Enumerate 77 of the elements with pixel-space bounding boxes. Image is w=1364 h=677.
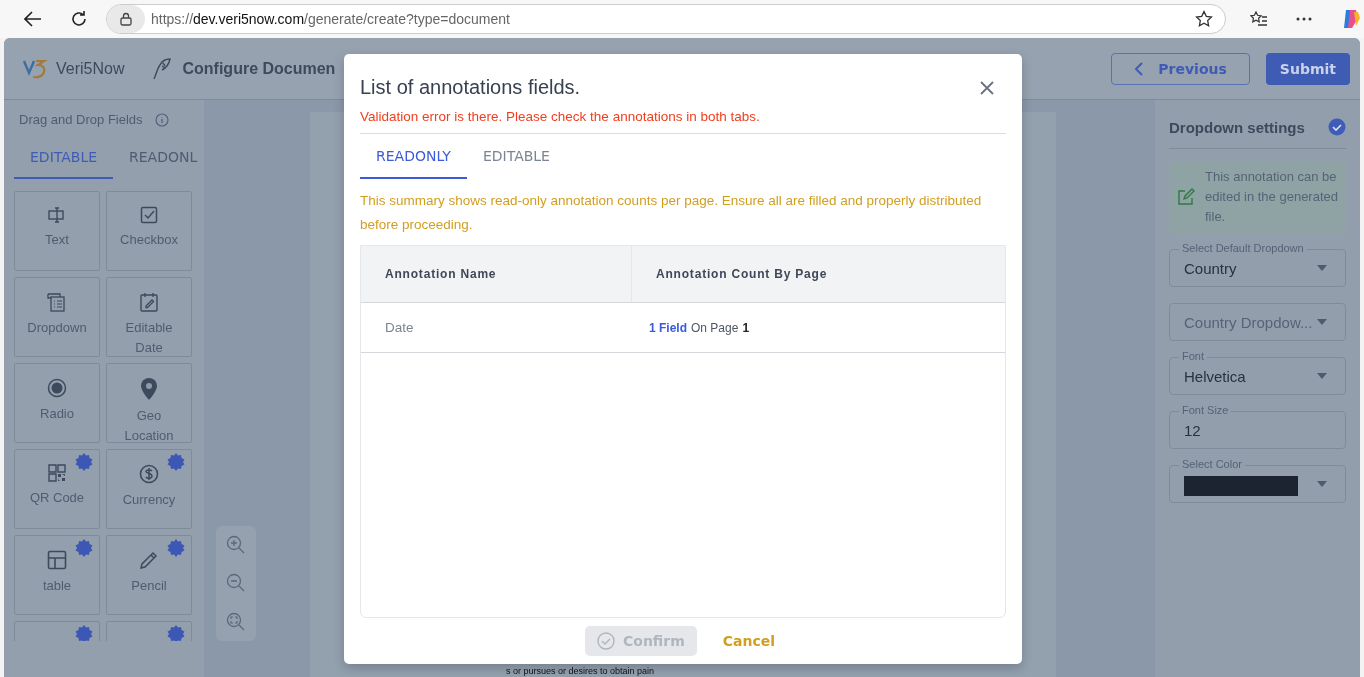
tile-label: Radio bbox=[40, 405, 74, 423]
note-text: This annotation can be edited in the generated file. bbox=[1205, 168, 1338, 226]
tile-label: Text bbox=[45, 231, 69, 249]
tile-label: Currency bbox=[122, 491, 176, 509]
checkbox-icon bbox=[140, 206, 158, 224]
field-label: Font Size bbox=[1179, 404, 1232, 417]
check-circle-icon bbox=[597, 632, 615, 650]
address-bar[interactable]: https://dev.veri5now.com/generate/create?type=document bbox=[106, 4, 1226, 34]
field-tile[interactable]: Editable Date bbox=[106, 277, 192, 357]
summary-note: This summary shows read-only annotation counts per page. Ensure all are filled and properly distributed before proceeding. bbox=[360, 192, 983, 234]
sidebar-tab[interactable]: EDITABLE bbox=[14, 139, 114, 179]
tile-label: table bbox=[42, 577, 72, 595]
field-tile[interactable]: table bbox=[14, 535, 100, 615]
settings-title: Dropdown settings bbox=[1169, 118, 1305, 136]
field-placeholder: Country Dropdow... bbox=[1184, 313, 1313, 331]
check-circle-icon bbox=[1328, 118, 1346, 136]
modal-tab[interactable]: READONLY bbox=[360, 134, 467, 179]
field-tile[interactable]: QR Code bbox=[14, 449, 100, 529]
caret-icon bbox=[1317, 265, 1327, 271]
caret-icon bbox=[1317, 319, 1327, 325]
sidebar-tab[interactable]: READONL bbox=[113, 139, 204, 179]
field-tile[interactable]: Radio bbox=[14, 363, 100, 443]
table-cell-text: Date bbox=[384, 319, 415, 337]
field-value: Helvetica bbox=[1184, 367, 1246, 385]
map-pin-icon bbox=[141, 378, 157, 400]
page-title: Configure Documen bbox=[182, 59, 336, 78]
sidebar-title: Drag and Drop Fields bbox=[19, 112, 143, 127]
tile-label: Geo Location bbox=[123, 407, 175, 445]
field-value: Country bbox=[1184, 259, 1237, 277]
close-icon[interactable] bbox=[980, 80, 994, 95]
table-cell-text: 1 Field On Page 1 bbox=[648, 319, 751, 337]
lock-icon[interactable] bbox=[120, 12, 132, 26]
logo-text: Veri5Now bbox=[56, 59, 125, 78]
modal-tab[interactable]: EDITABLE bbox=[466, 134, 566, 179]
tile-label: Checkbox bbox=[120, 231, 178, 249]
tile-label: Dropdown bbox=[27, 319, 87, 337]
field-tile[interactable]: Pencil bbox=[106, 535, 192, 615]
document-text: s or pursues or desires to obtain pain bbox=[506, 666, 655, 676]
chevron-left-icon bbox=[1134, 61, 1145, 76]
field-label: Select Color bbox=[1179, 458, 1245, 471]
caret-icon bbox=[1317, 373, 1327, 379]
field-tile[interactable]: Dropdown bbox=[14, 277, 100, 357]
edit-icon bbox=[1177, 188, 1195, 206]
error-message: Validation error is there. Please check the annotations in both tabs. bbox=[360, 109, 1006, 134]
dropdown-select[interactable]: Country Dropdow... bbox=[1169, 303, 1346, 341]
tile-label: Editable Date bbox=[124, 319, 174, 357]
caret-icon bbox=[1317, 481, 1327, 487]
field-tile[interactable]: Checkbox bbox=[106, 191, 192, 271]
field-tile[interactable]: Text bbox=[14, 191, 100, 271]
cancel-button[interactable]: Cancel bbox=[716, 626, 781, 656]
qr-code-icon bbox=[48, 464, 66, 482]
field-label: Select Default Dropdown bbox=[1179, 242, 1307, 255]
star-icon[interactable] bbox=[1195, 10, 1213, 28]
calendar-edit-icon bbox=[140, 292, 158, 312]
field-value: 12 bbox=[1184, 421, 1201, 439]
favorites-icon[interactable] bbox=[1250, 11, 1268, 27]
field-label: Font bbox=[1179, 350, 1207, 363]
radio-icon bbox=[47, 378, 67, 398]
field-tile[interactable]: Geo Location bbox=[106, 363, 192, 443]
tile-label: QR Code bbox=[29, 489, 85, 507]
dollar-coin-icon bbox=[139, 464, 159, 484]
column-header: Annotation Name bbox=[384, 266, 498, 283]
back-icon[interactable] bbox=[24, 11, 42, 27]
list-icon bbox=[47, 292, 67, 312]
column-header: Annotation Count By Page bbox=[631, 246, 1005, 302]
field-tile[interactable]: Currency bbox=[106, 449, 192, 529]
text-field-icon bbox=[48, 206, 66, 224]
logo-icon bbox=[22, 57, 48, 80]
previous-button[interactable]: Previous bbox=[1111, 52, 1250, 85]
modal-title: List of annotations fields. bbox=[360, 76, 581, 99]
table-icon bbox=[47, 550, 67, 570]
more-icon[interactable] bbox=[1296, 17, 1312, 21]
tile-label: Pencil bbox=[131, 577, 167, 595]
url-text: https://dev.veri5now.com/generate/create?type=document bbox=[151, 11, 511, 27]
submit-button[interactable]: Submit bbox=[1265, 52, 1350, 85]
pencil-icon bbox=[139, 550, 159, 570]
reload-icon[interactable] bbox=[70, 10, 88, 28]
